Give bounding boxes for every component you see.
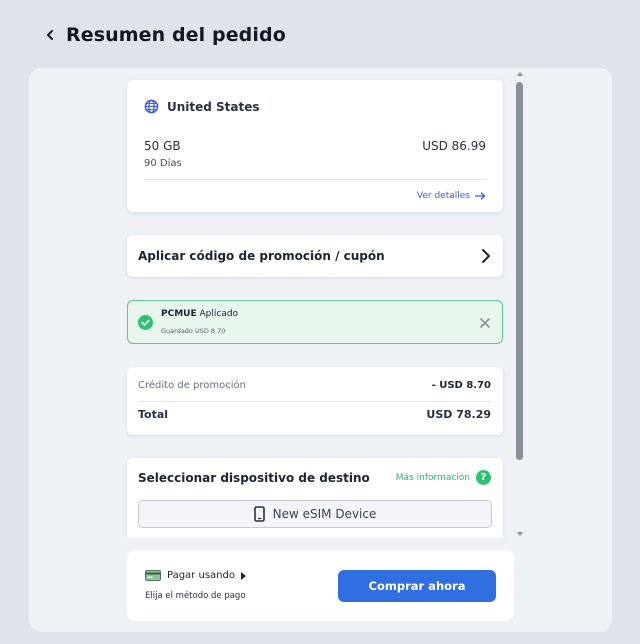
more-info-link[interactable]: Más información ? [396,470,491,485]
chevron-right-icon [482,249,490,263]
payment-method-selector[interactable]: Pagar usando [145,570,246,581]
page-header: Resumen del pedido [40,20,286,50]
plan-duration: 90 Días [144,158,182,169]
scrollbar-thumb[interactable] [516,82,523,460]
divider [138,401,491,402]
vertical-scrollbar[interactable] [514,70,526,538]
promo-code-label: Aplicar código de promoción / cupón [138,249,385,263]
plan-data-amount: 50 GB [144,139,181,153]
view-details-link[interactable]: Ver detalles [417,191,486,201]
coupon-status: Aplicado [199,309,239,319]
total-label: Total [138,408,169,421]
order-panel: United States 50 GB 90 Días USD 86.99 Ve… [29,68,612,632]
device-select-value: New eSIM Device [272,507,377,521]
order-scroll-area[interactable]: United States 50 GB 90 Días USD 86.99 Ve… [125,68,520,538]
coupon-code: PCMUE [161,309,197,319]
plan-card: United States 50 GB 90 Días USD 86.99 Ve… [127,80,503,212]
promo-credit-value: - USD 8.70 [431,380,491,391]
applied-coupon-title: PCMUE Aplicado [161,309,238,319]
credit-card-icon [145,570,161,581]
coupon-savings: Guardado USD 8.70 [161,327,226,335]
arrow-right-icon [475,192,486,200]
globe-icon [144,99,159,114]
applied-coupon-banner: PCMUE Aplicado Guardado USD 8.70 [127,300,503,344]
scroll-up-arrow-icon[interactable] [517,72,523,76]
total-value: USD 78.29 [426,408,491,421]
payment-hint: Elija el método de pago [145,591,246,601]
scroll-down-arrow-icon[interactable] [517,532,523,536]
promo-credit-label: Crédito de promoción [138,380,246,391]
question-icon: ? [476,470,491,485]
buy-now-button[interactable]: Comprar ahora [338,570,496,602]
check-circle-icon [138,315,153,330]
payment-bar: Pagar usando Elija el método de pago Com… [127,550,514,621]
more-info-label: Más información [395,472,470,483]
view-details-label: Ver detalles [416,191,470,201]
target-device-title: Seleccionar dispositivo de destino [138,471,370,485]
phone-icon [253,506,265,522]
divider [144,179,486,180]
plan-country-name: United States [167,99,260,114]
device-select[interactable]: New eSIM Device [138,500,492,528]
target-device-card: Seleccionar dispositivo de destino Más i… [127,458,503,538]
page-title: Resumen del pedido [66,24,286,46]
remove-coupon-close-icon[interactable] [478,316,492,330]
plan-country: United States [144,99,260,114]
promo-code-button[interactable]: Aplicar código de promoción / cupón [127,235,503,277]
caret-right-icon [240,571,246,580]
payment-method-label: Pagar usando [167,570,235,581]
back-button[interactable] [40,25,60,45]
chevron-left-icon [47,30,53,40]
price-summary-card: Crédito de promoción - USD 8.70 Total US… [127,367,503,435]
plan-price: USD 86.99 [422,139,486,153]
